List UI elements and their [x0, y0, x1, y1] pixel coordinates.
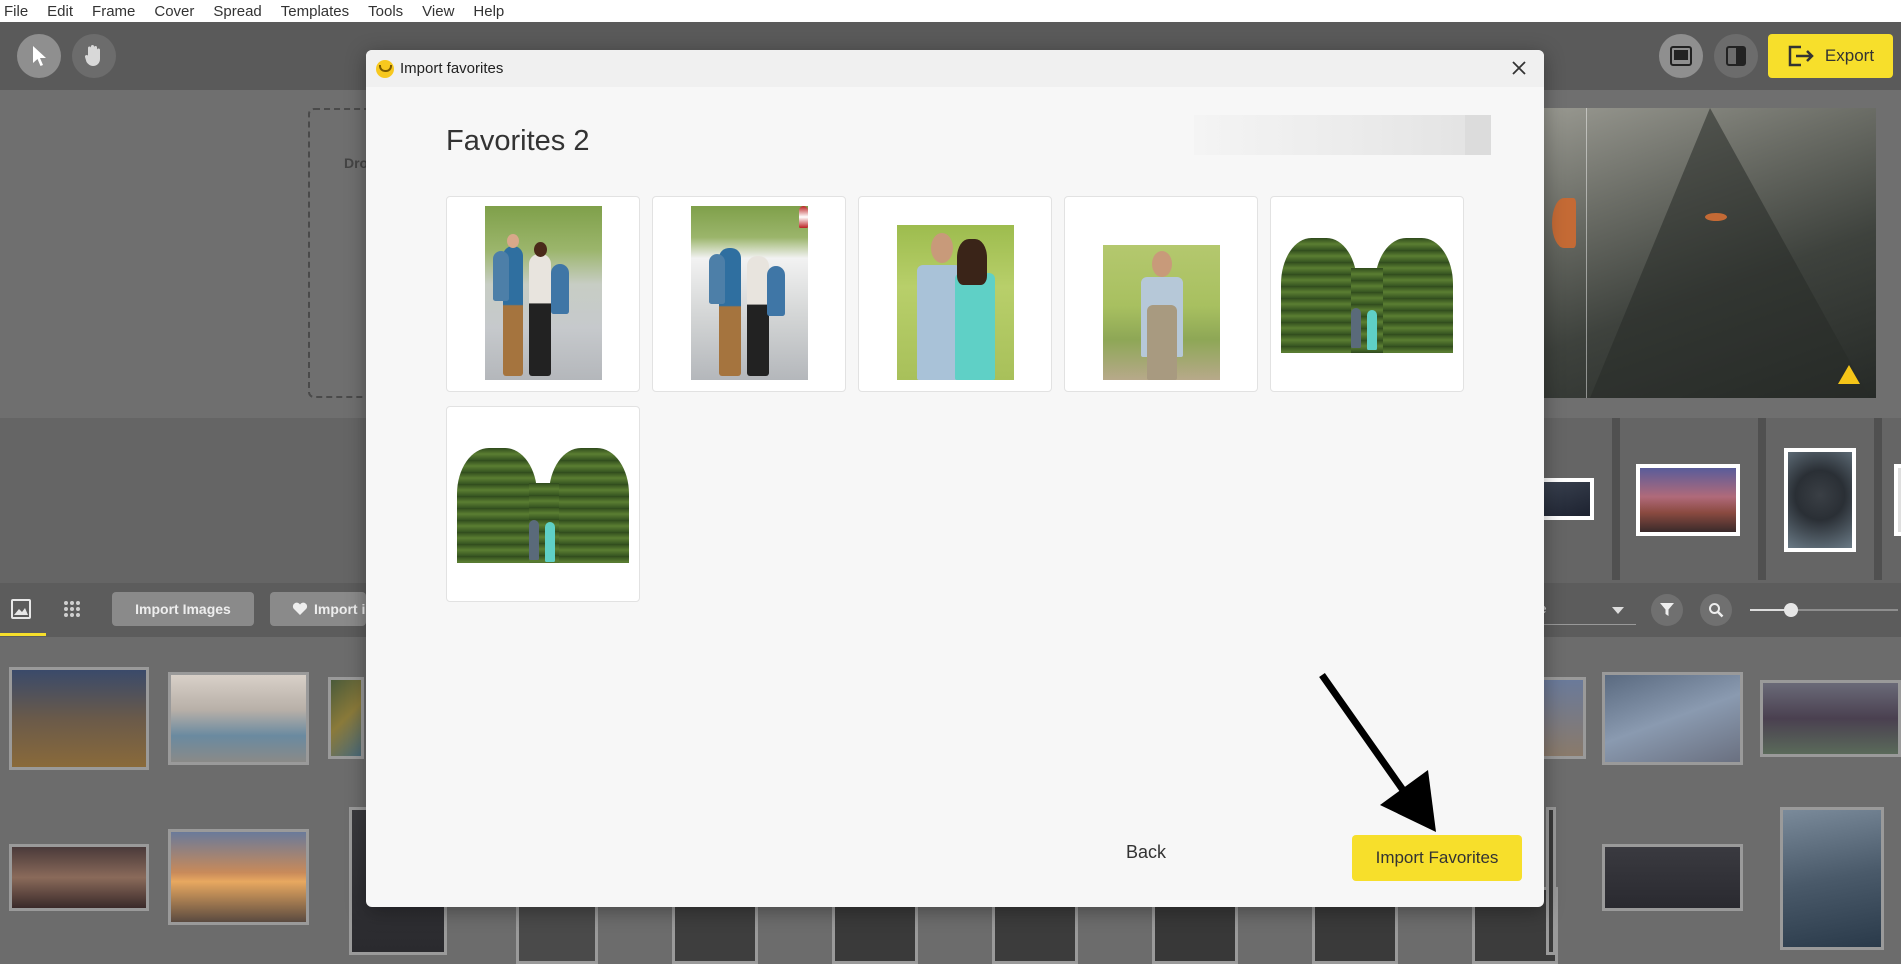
paraglider-shape: [1552, 198, 1576, 248]
search-icon: [1709, 603, 1724, 618]
menu-cover[interactable]: Cover: [154, 3, 194, 20]
pan-tool-button[interactable]: [72, 34, 116, 78]
menu-edit[interactable]: Edit: [47, 3, 73, 20]
back-button[interactable]: Back: [1126, 842, 1166, 864]
hand-icon: [84, 45, 100, 66]
filmstrip-separator: [1758, 418, 1766, 580]
filmstrip-thumbnail[interactable]: [1536, 478, 1594, 520]
favorite-image: [457, 448, 629, 563]
chevron-down-icon: [1612, 607, 1624, 614]
library-thumbnail[interactable]: [1540, 677, 1586, 759]
library-thumbnail[interactable]: [1780, 807, 1884, 950]
single-page-icon: [1670, 46, 1692, 66]
import-favorites-bar-button[interactable]: Import i: [270, 592, 366, 626]
filmstrip-thumbnail[interactable]: [1636, 464, 1740, 536]
sidebar-layout-icon: [1726, 46, 1746, 66]
import-images-label: Import Images: [135, 601, 231, 617]
favorite-image-card[interactable]: [446, 196, 640, 392]
favorite-image: [1281, 238, 1453, 353]
paraglider-shape-small: [1705, 213, 1727, 221]
heart-icon: [292, 602, 308, 615]
menu-frame[interactable]: Frame: [92, 3, 135, 20]
export-label: Export: [1824, 46, 1875, 65]
mountain-shape: [1590, 108, 1870, 398]
favorite-image: [897, 225, 1014, 380]
filmstrip-separator: [1612, 418, 1620, 580]
library-thumbnail[interactable]: [168, 672, 309, 765]
zoom-slider[interactable]: [1750, 603, 1898, 617]
sidebar-view-button[interactable]: [1714, 34, 1758, 78]
select-tool-button[interactable]: [17, 34, 61, 78]
app-logo-icon: [376, 59, 394, 78]
image-library-icon[interactable]: [9, 597, 33, 621]
cursor-icon: [33, 46, 46, 66]
import-favorites-label: Import Favorites: [1375, 848, 1499, 867]
library-thumbnail[interactable]: [9, 844, 149, 911]
import-favorites-button[interactable]: Import Favorites: [1352, 835, 1522, 881]
menu-file[interactable]: File: [4, 3, 28, 20]
favorite-image-card[interactable]: [858, 196, 1052, 392]
filter-button[interactable]: [1651, 594, 1683, 626]
filmstrip-thumbnail[interactable]: [1894, 464, 1901, 536]
import-favorites-bar-label: Import i: [314, 601, 366, 617]
single-page-view-button[interactable]: [1659, 34, 1703, 78]
spread-photo[interactable]: [1530, 108, 1876, 398]
menu-bar: File Edit Frame Cover Spread Templates T…: [0, 0, 1901, 22]
menu-templates[interactable]: Templates: [281, 3, 349, 20]
close-button[interactable]: [1508, 57, 1530, 79]
library-thumbnail[interactable]: [1546, 807, 1556, 955]
filmstrip-separator: [1874, 418, 1882, 580]
favorites-heading: Favorites 2: [446, 125, 590, 157]
blurred-region: [1194, 115, 1491, 155]
menu-help[interactable]: Help: [473, 3, 504, 20]
sort-select[interactable]: ne: [1532, 595, 1636, 625]
menu-view[interactable]: View: [422, 3, 454, 20]
library-thumbnail[interactable]: [168, 829, 309, 925]
library-thumbnail[interactable]: [9, 667, 149, 770]
pattern-library-icon[interactable]: [60, 597, 84, 621]
close-icon: [1512, 61, 1526, 75]
export-icon: [1788, 45, 1814, 67]
dialog-titlebar: Import favorites: [366, 50, 1544, 87]
import-favorites-dialog: Import favorites Favorites 2 Back Import…: [366, 50, 1544, 907]
favorite-image-card[interactable]: [1270, 196, 1464, 392]
active-tab-indicator: [0, 633, 46, 636]
zoom-slider-handle[interactable]: [1784, 603, 1798, 617]
warning-icon[interactable]: [1838, 365, 1860, 384]
filmstrip-thumbnail[interactable]: [1784, 448, 1856, 552]
favorite-image-card[interactable]: [1064, 196, 1258, 392]
favorite-image-card[interactable]: [652, 196, 846, 392]
search-button[interactable]: [1700, 594, 1732, 626]
filter-icon: [1660, 603, 1674, 616]
spread-fold-line: [1586, 108, 1587, 398]
favorite-image-card[interactable]: [446, 406, 640, 602]
drop-zone-text: Dro: [344, 155, 369, 171]
menu-tools[interactable]: Tools: [368, 3, 403, 20]
library-thumbnail[interactable]: [1602, 844, 1743, 911]
dialog-title: Import favorites: [400, 60, 504, 77]
library-thumbnail[interactable]: [1602, 672, 1743, 765]
menu-spread[interactable]: Spread: [213, 3, 261, 20]
favorite-image: [485, 206, 602, 380]
favorite-image: [1103, 245, 1220, 380]
export-button[interactable]: Export: [1768, 34, 1893, 78]
import-images-button[interactable]: Import Images: [112, 592, 254, 626]
library-thumbnail[interactable]: [328, 677, 364, 759]
favorite-image: [691, 206, 808, 380]
library-thumbnail[interactable]: [1760, 680, 1901, 757]
